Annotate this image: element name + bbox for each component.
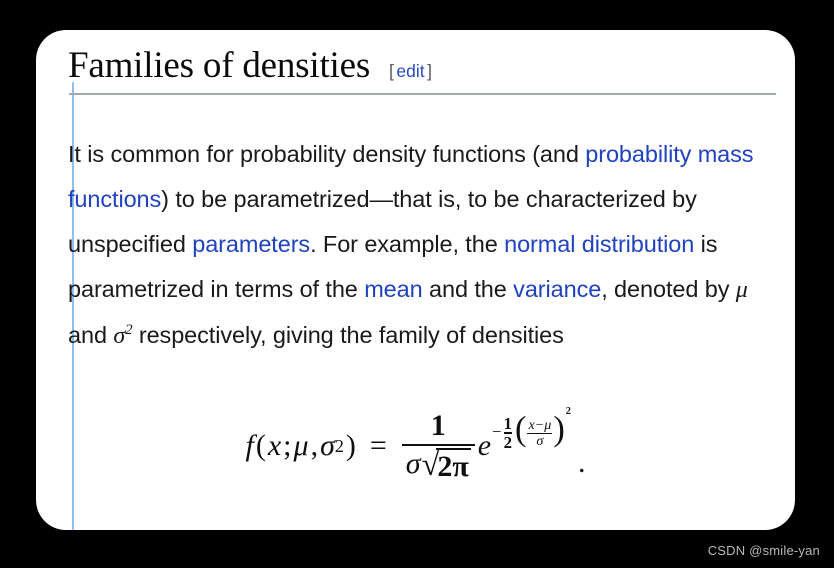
- inline-math-mu: μ: [735, 276, 748, 303]
- exponent-paren-close: ): [553, 410, 565, 449]
- display-formula: f(x; μ, σ 2) = 1 σ √ 2π e −1 2(x−μ σ) 2 .: [36, 406, 795, 483]
- formula-fraction: 1 σ √ 2π: [401, 409, 475, 483]
- bracket-close: ]: [427, 61, 433, 81]
- formula-f: f: [245, 429, 254, 462]
- heading-divider: [69, 93, 776, 95]
- exponent-inner-fraction: x−μ σ: [527, 417, 553, 450]
- paragraph-text-7: and: [68, 321, 114, 348]
- formula-mu: μ: [293, 429, 309, 462]
- formula-exponent: −1 2(x−μ σ) 2: [492, 406, 571, 452]
- square-root: √ 2π: [421, 446, 471, 483]
- link-mean[interactable]: mean: [364, 276, 422, 302]
- formula-equals: =: [369, 429, 387, 462]
- link-normal-distribution[interactable]: normal distribution: [504, 231, 694, 257]
- edit-section-control: [edit]: [389, 61, 432, 82]
- formula-e: e: [477, 429, 492, 462]
- fraction-numerator: 1: [430, 409, 446, 442]
- gaussian-pdf-formula: f(x; μ, σ 2) = 1 σ √ 2π e −1 2(x−μ σ) 2 .: [245, 406, 586, 483]
- radical-sign-icon: √: [421, 446, 440, 483]
- link-variance[interactable]: variance: [513, 276, 601, 302]
- exponent-paren-open: (: [514, 410, 527, 449]
- exponent-minus: −: [492, 422, 502, 442]
- sigma-symbol: σ: [113, 322, 126, 349]
- formula-semicolon: ;: [283, 429, 292, 462]
- paragraph-text-8: respectively, giving the family of densi…: [132, 321, 564, 348]
- inner-denominator: σ: [536, 433, 544, 450]
- edit-link[interactable]: edit: [394, 61, 427, 81]
- formula-paren-close: ): [345, 429, 356, 462]
- watermark: CSDN @smile-yan: [707, 543, 820, 558]
- paragraph-text-1: It is common for probability density fun…: [68, 140, 586, 167]
- paragraph-text-6: , denoted by: [601, 275, 736, 302]
- article-card: Families of densities [edit] It is commo…: [36, 30, 795, 530]
- formula-period: .: [578, 446, 586, 479]
- page-title: Families of densities: [68, 45, 371, 86]
- paragraph-text-3: . For example, the: [310, 230, 505, 257]
- formula-sigma: σ: [320, 429, 335, 462]
- one-half-numerator: 1: [503, 414, 512, 434]
- denominator-sigma: σ: [405, 446, 421, 480]
- radicand: 2π: [436, 447, 471, 483]
- formula-sigma-power: 2: [334, 435, 344, 456]
- exponent-power: 2: [565, 406, 571, 418]
- formula-comma: ,: [310, 429, 319, 462]
- article-paragraph: It is common for probability density fun…: [68, 132, 774, 359]
- paragraph-text-5: and the: [422, 275, 514, 302]
- inner-numerator: x−μ: [528, 417, 552, 434]
- exponent-one-half: 12: [503, 414, 512, 452]
- one-half-denominator: 2: [503, 432, 512, 452]
- inline-math-sigma-squared: σ2: [113, 322, 132, 349]
- link-parameters[interactable]: parameters: [192, 231, 310, 257]
- section-heading: Families of densities [edit]: [68, 44, 768, 87]
- formula-x: x: [267, 429, 282, 462]
- fraction-denominator: σ √ 2π: [402, 446, 475, 483]
- formula-paren-open: (: [255, 429, 266, 462]
